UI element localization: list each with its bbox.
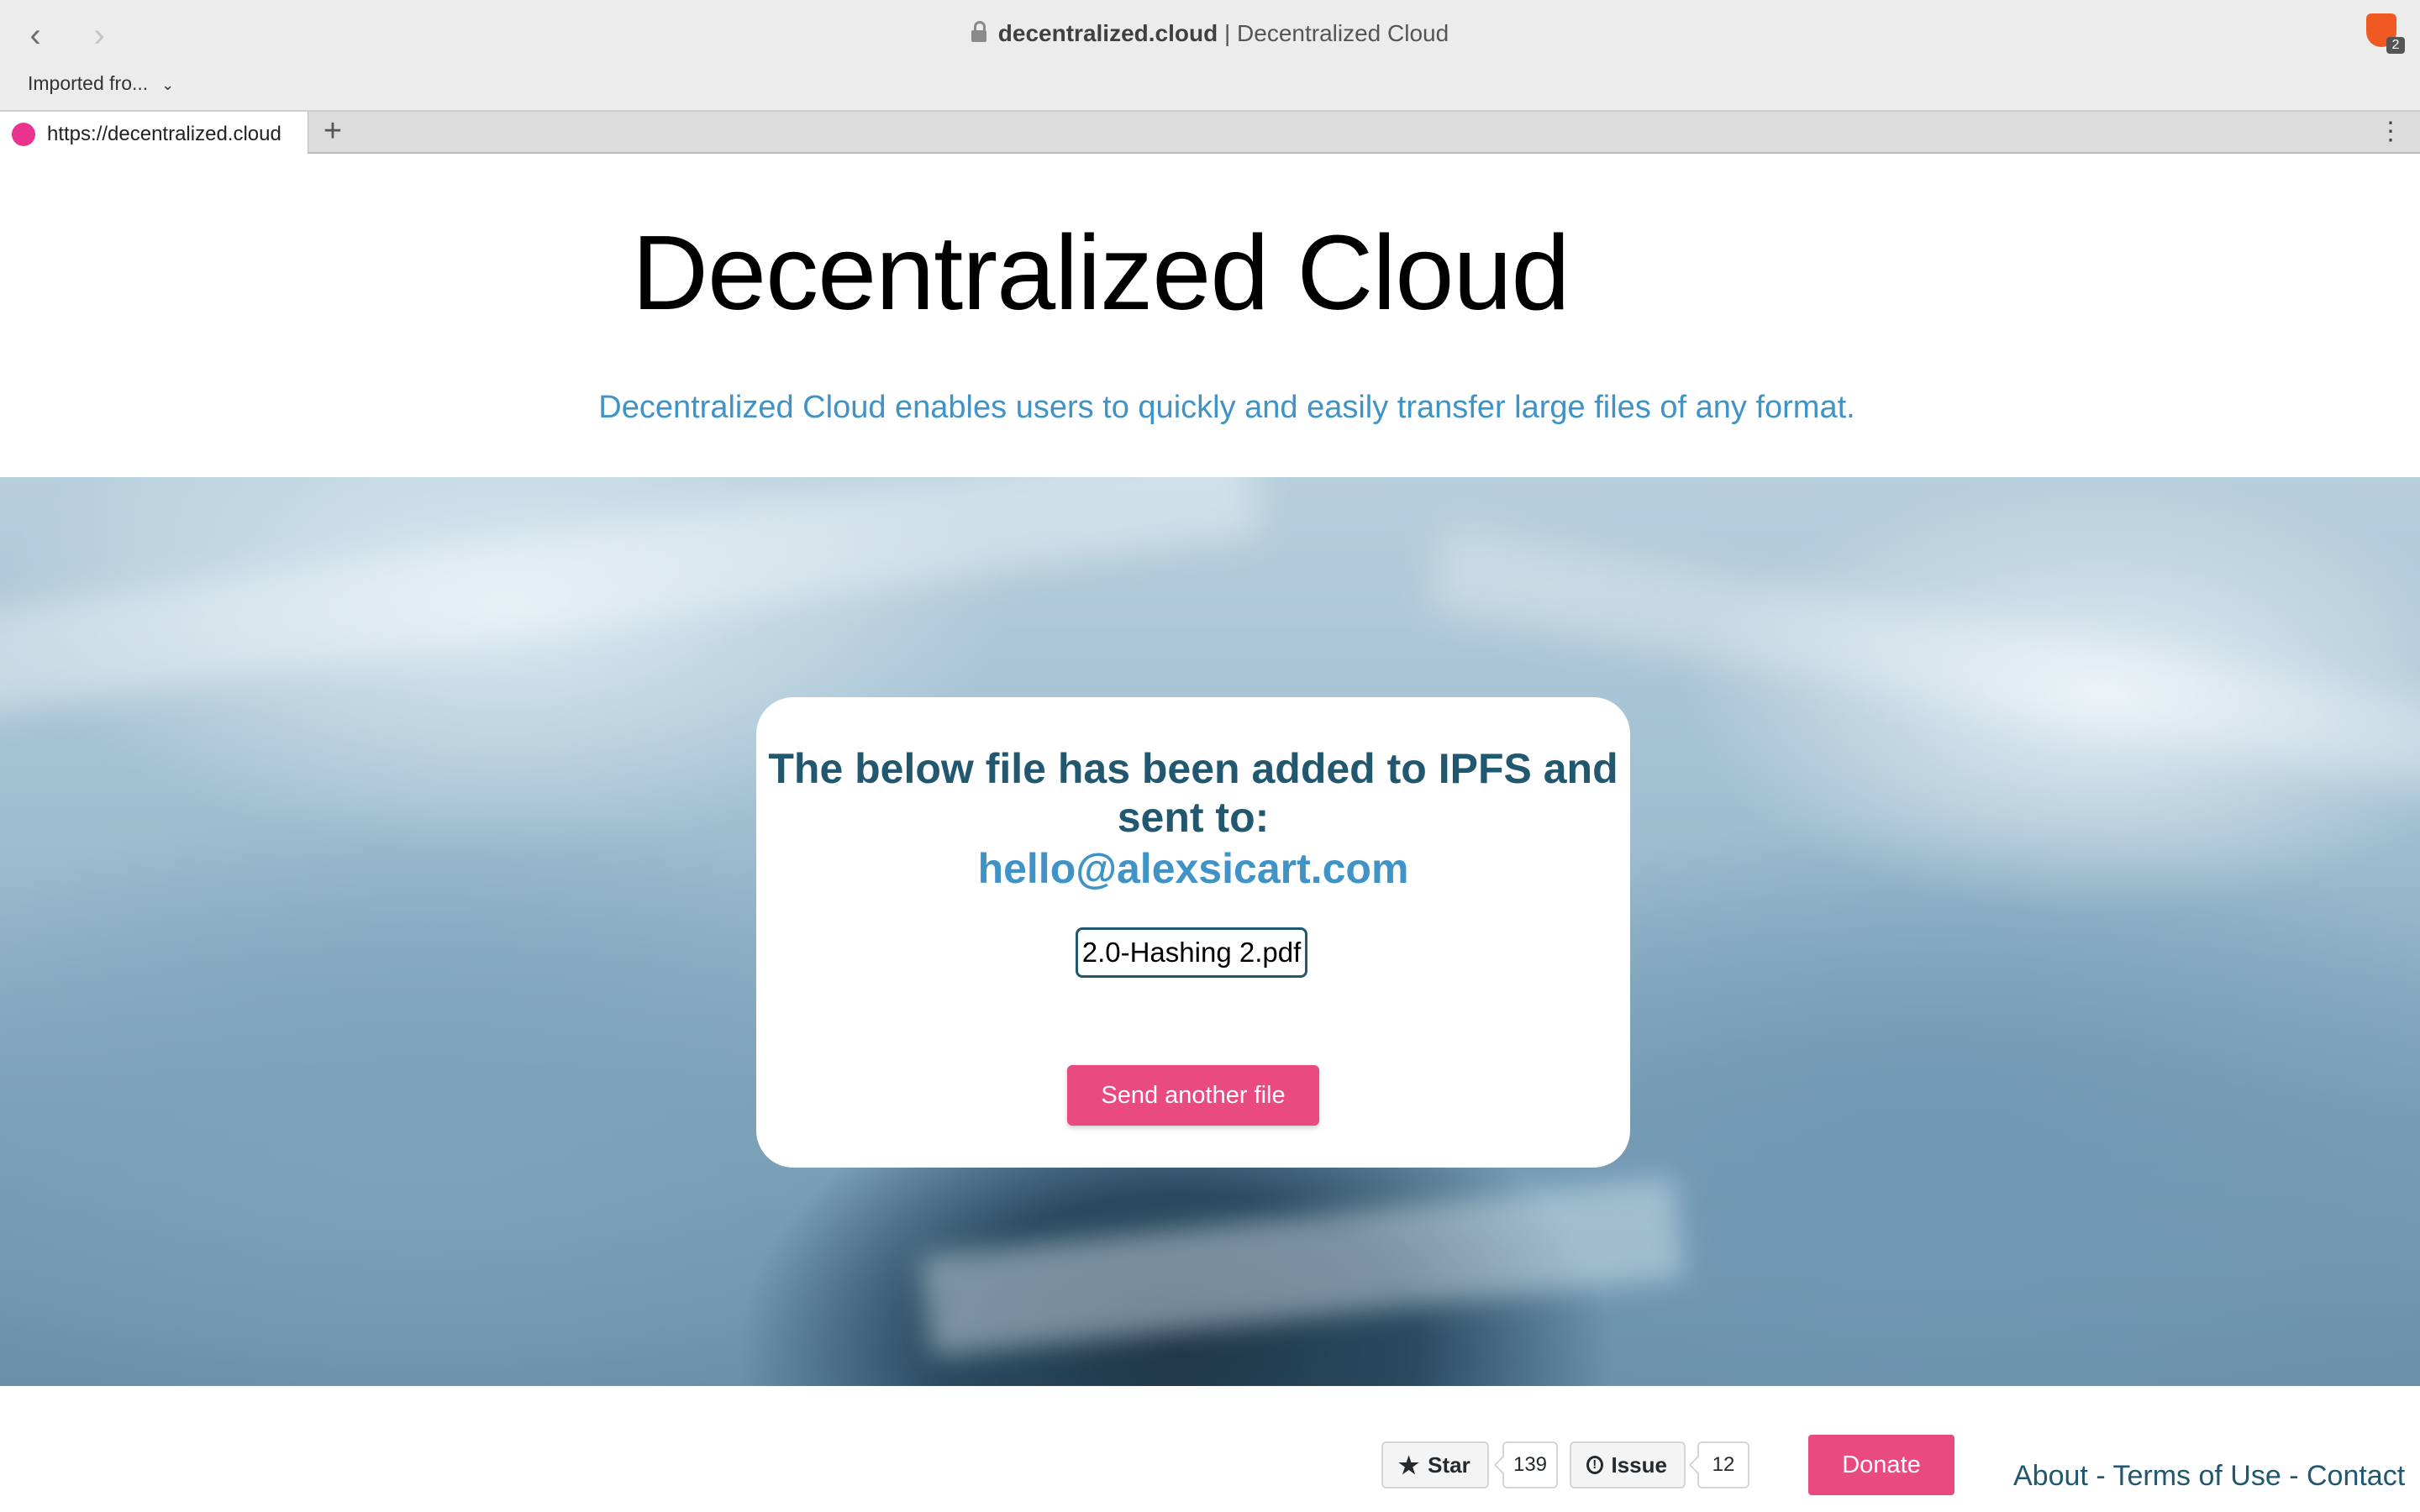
- lock-icon: [971, 21, 986, 42]
- link-separator: -: [2289, 1460, 2299, 1492]
- github-issue-button[interactable]: ! Issue: [1570, 1441, 1686, 1488]
- star-count[interactable]: 139: [1502, 1441, 1558, 1488]
- window-page-title: Decentralized Cloud: [1237, 20, 1449, 46]
- github-star-button[interactable]: ★ Star: [1381, 1441, 1489, 1488]
- about-link[interactable]: About: [2013, 1460, 2088, 1492]
- browser-toolbar: ‹ › decentralized.cloud | Decentralized …: [0, 0, 2420, 112]
- tab-strip: https://decentralized.cloud + ⋮: [0, 112, 2420, 154]
- address-host: decentralized.cloud: [997, 20, 1218, 46]
- heading-line-1: The below file has been added to IPFS an…: [768, 745, 1618, 792]
- bookmark-label: Imported fro...: [28, 72, 149, 94]
- recipient-email: hello@alexsicart.com: [977, 845, 1409, 892]
- star-icon: ★: [1398, 1452, 1420, 1478]
- address-title[interactable]: decentralized.cloud | Decentralized Clou…: [0, 20, 2420, 47]
- footer-links: About - Terms of Use - Contact: [2013, 1460, 2405, 1493]
- send-another-file-button[interactable]: Send another file: [1067, 1065, 1319, 1126]
- favicon-icon: [12, 123, 35, 146]
- confirmation-card: The below file has been added to IPFS an…: [756, 697, 1630, 1168]
- title-separator: |: [1223, 20, 1231, 46]
- extension-badge: 2: [2386, 37, 2405, 54]
- donate-button[interactable]: Donate: [1808, 1435, 1954, 1495]
- tab-label: https://decentralized.cloud: [47, 123, 281, 145]
- brave-shield-icon[interactable]: 2: [2366, 13, 2405, 54]
- heading-line-2: sent to:: [1117, 794, 1270, 841]
- page-title: Decentralized Cloud: [632, 213, 1570, 332]
- bookmark-folder[interactable]: Imported fro... ⌄: [28, 72, 174, 95]
- page-subtitle: Decentralized Cloud enables users to qui…: [598, 390, 1855, 425]
- menu-icon[interactable]: ⋮: [2378, 117, 2403, 147]
- issue-icon: !: [1586, 1456, 1603, 1474]
- issue-count[interactable]: 12: [1697, 1441, 1749, 1488]
- link-separator: -: [2096, 1460, 2106, 1492]
- tab-active[interactable]: https://decentralized.cloud: [0, 112, 308, 154]
- file-name-box: 2.0-Hashing 2.pdf: [1076, 927, 1307, 978]
- terms-link[interactable]: Terms of Use: [2112, 1460, 2281, 1492]
- confirmation-heading: The below file has been added to IPFS an…: [756, 744, 1630, 842]
- contact-link[interactable]: Contact: [2307, 1460, 2405, 1492]
- star-label: Star: [1428, 1452, 1470, 1478]
- issue-label: Issue: [1611, 1452, 1668, 1478]
- chevron-down-icon: ⌄: [161, 76, 175, 93]
- new-tab-icon[interactable]: +: [316, 112, 350, 152]
